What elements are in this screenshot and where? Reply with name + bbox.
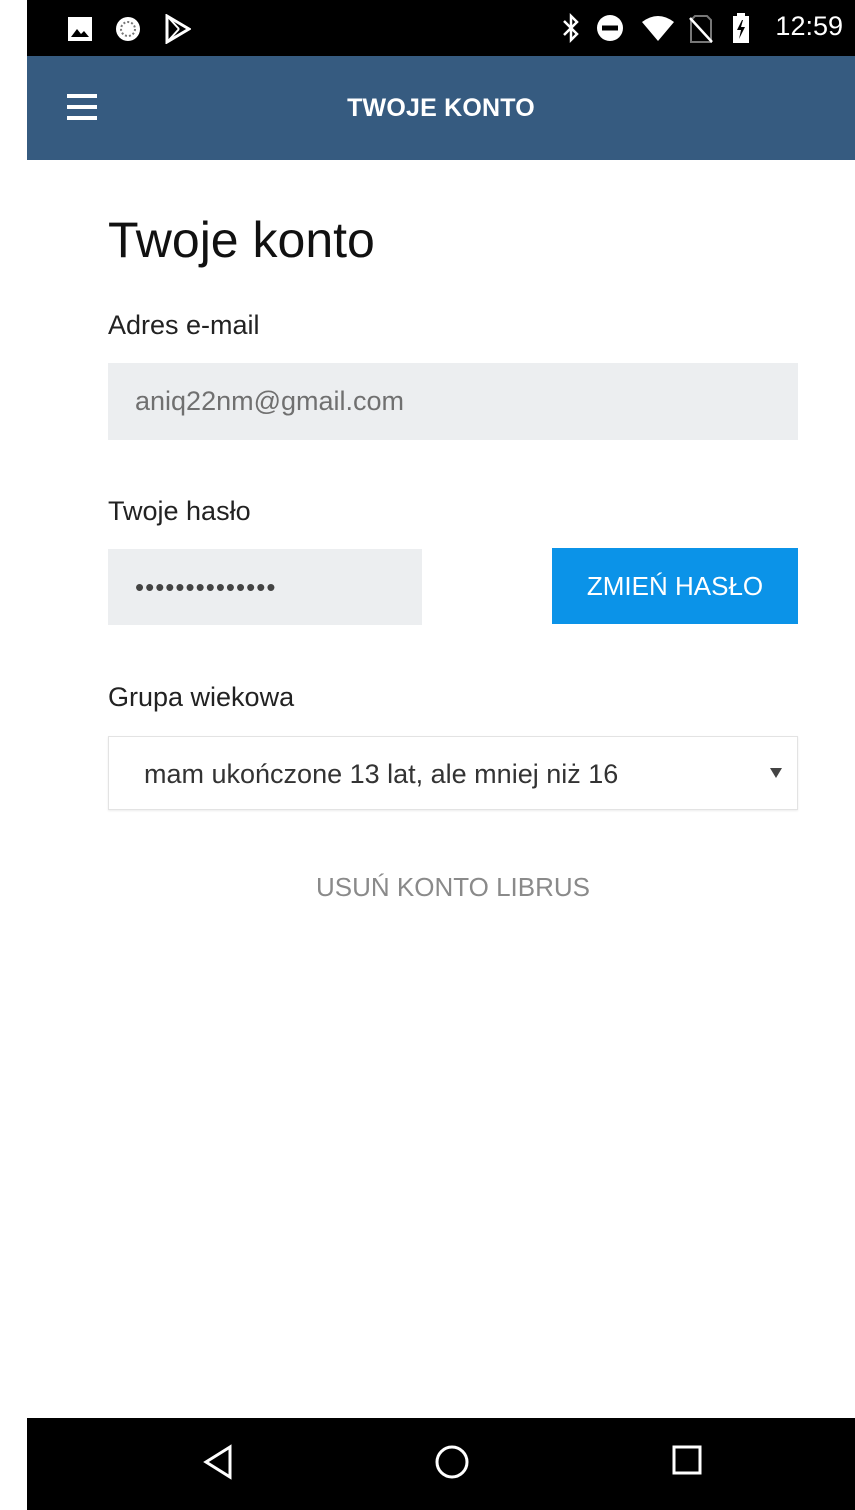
bluetooth-icon [563, 12, 579, 44]
age-group-selected-value: mam ukończone 13 lat, ale mniej niż 16 [144, 759, 619, 789]
recents-icon[interactable] [671, 1444, 703, 1476]
wifi-icon [642, 16, 674, 41]
image-icon [68, 17, 92, 41]
back-icon[interactable] [202, 1444, 234, 1480]
age-group-label: Grupa wiekowa [108, 682, 295, 712]
sync-icon [116, 17, 140, 41]
play-store-icon [165, 14, 191, 44]
app-bar: TWOJE KONTO [27, 56, 855, 160]
email-field[interactable] [108, 363, 798, 440]
change-password-button[interactable]: ZMIEŃ HASŁO [552, 548, 798, 624]
email-label: Adres e-mail [108, 310, 260, 340]
status-time: 12:59 [775, 11, 843, 41]
battery-charging-icon [733, 13, 749, 43]
delete-account-link[interactable]: USUŃ KONTO LIBRUS [108, 872, 798, 903]
age-group-select[interactable]: mam ukończone 13 lat, ale mniej niż 16 [108, 736, 798, 810]
password-field[interactable] [108, 549, 422, 625]
left-edge-strip [0, 0, 27, 1510]
dropdown-arrow-icon [770, 768, 782, 778]
status-bar: 12:59 [27, 0, 855, 56]
app-bar-title: TWOJE KONTO [347, 94, 535, 122]
system-nav-bar [27, 1418, 855, 1510]
home-icon[interactable] [434, 1444, 470, 1480]
page-title: Twoje konto [108, 212, 375, 268]
no-sim-icon [689, 15, 713, 43]
do-not-disturb-icon [597, 15, 623, 41]
password-label: Twoje hasło [108, 496, 251, 526]
